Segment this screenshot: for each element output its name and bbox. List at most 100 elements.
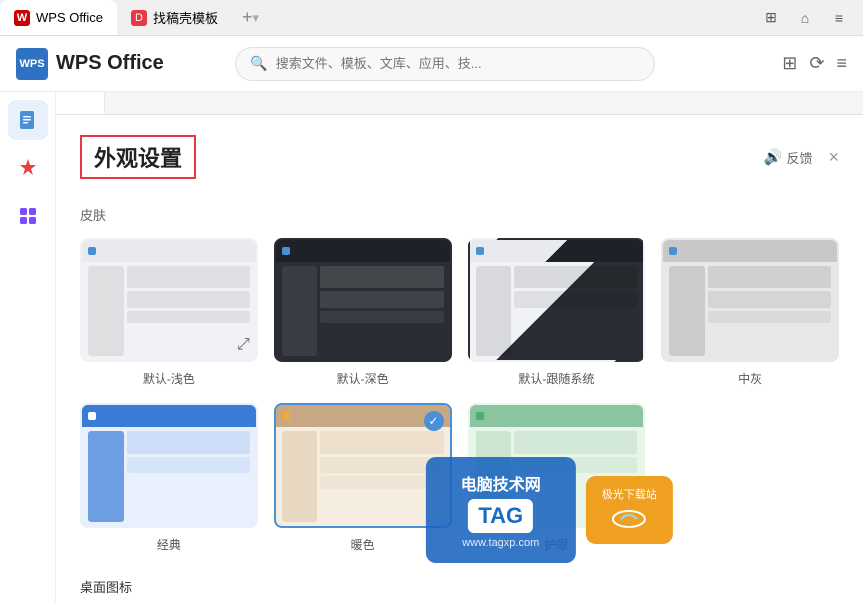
search-bar[interactable]: 🔍	[235, 47, 655, 81]
mini-dot	[669, 247, 677, 255]
mini-bar	[320, 291, 443, 307]
mini-bar	[127, 266, 250, 289]
skin-card-auto[interactable]: 默认-跟随系统	[468, 238, 646, 387]
mini-dot	[282, 412, 290, 420]
mini-sidebar	[282, 431, 318, 522]
watermark-badge: 电脑技术网 TAG www.tagxp.com	[426, 457, 576, 563]
aurora-text: 极光下载站	[602, 486, 657, 502]
new-tab-button[interactable]: + ▾	[232, 7, 269, 28]
close-button[interactable]: ×	[828, 147, 839, 168]
mini-main	[708, 266, 831, 357]
mini-dot	[476, 247, 484, 255]
app-icon	[17, 205, 39, 227]
title-bar-actions: ⊞ ⌂ ≡	[757, 7, 863, 29]
watermark-overlay: 电脑技术网 TAG www.tagxp.com 极光下载站	[426, 457, 673, 563]
mini-sidebar	[476, 266, 512, 357]
find-tab-label: 找稿壳模板	[153, 8, 218, 27]
skin-preview-auto	[468, 238, 646, 362]
mini-main	[320, 266, 443, 357]
settings-title: 外观设置	[80, 135, 196, 179]
title-bar: W WPS Office D 找稿壳模板 + ▾ ⊞ ⌂ ≡	[0, 0, 863, 36]
mini-bar	[320, 311, 443, 324]
mini-dot	[88, 412, 96, 420]
resize-icon: ⤢	[237, 336, 250, 354]
skin-label-auto: 默认-跟随系统	[518, 370, 594, 387]
mini-bar	[127, 291, 250, 307]
skin-card-light[interactable]: ⤢ 默认-浅色	[80, 238, 258, 387]
tag-label: TAG	[468, 499, 533, 533]
desktop-icon-section-title: 桌面图标	[80, 577, 839, 596]
mini-sidebar	[88, 266, 124, 357]
mini-bar	[514, 291, 637, 307]
skin-label-gray: 中灰	[738, 370, 762, 387]
chevron-down-icon: ▾	[252, 10, 259, 26]
mini-bar	[127, 431, 250, 454]
content-tabs	[56, 92, 863, 115]
skin-preview-gray	[661, 238, 839, 362]
skin-card-dark[interactable]: 默认-深色	[274, 238, 452, 387]
settings-header-right: 🔊 反馈 ×	[764, 147, 839, 168]
mini-dot	[282, 247, 290, 255]
sidebar-item-docs[interactable]	[8, 100, 48, 140]
grid-icon[interactable]: ⊞	[782, 53, 797, 74]
skin-label-light: 默认-浅色	[143, 370, 195, 387]
headset-icon[interactable]: ⌂	[791, 7, 819, 29]
mini-sidebar	[88, 431, 124, 522]
tab-find[interactable]: D 找稿壳模板	[117, 0, 232, 35]
mini-bar	[708, 311, 831, 324]
mini-main	[127, 431, 250, 522]
find-tab-icon: D	[131, 10, 147, 26]
mini-bar	[127, 457, 250, 473]
support-icon[interactable]: ⟳	[809, 53, 824, 74]
mini-main	[514, 266, 637, 357]
tab-wps[interactable]: W WPS Office	[0, 0, 117, 35]
layout-icon[interactable]: ⊞	[757, 7, 785, 29]
sidebar-item-brand[interactable]	[8, 148, 48, 188]
sidebar-item-app[interactable]	[8, 196, 48, 236]
mini-main	[127, 266, 250, 357]
sidebar	[0, 92, 56, 603]
feedback-icon: 🔊	[764, 148, 783, 166]
aurora-logo-icon	[611, 507, 647, 531]
brand-icon	[17, 157, 39, 179]
skin-preview-dark	[274, 238, 452, 362]
hamburger-icon[interactable]: ≡	[836, 53, 847, 74]
header-actions: ⊞ ⟳ ≡	[782, 53, 847, 74]
watermark-line2: www.tagxp.com	[462, 537, 539, 549]
mini-sidebar	[669, 266, 705, 357]
mini-bar	[708, 291, 831, 307]
settings-tab[interactable]	[56, 92, 105, 114]
app-title: WPS Office	[56, 52, 164, 75]
skin-card-gray[interactable]: 中灰	[661, 238, 839, 387]
skin-label-warm: 暖色	[351, 536, 375, 553]
mini-dot	[88, 247, 96, 255]
mini-bar	[127, 311, 250, 324]
mini-bar	[320, 266, 443, 289]
content-area: 外观设置 🔊 反馈 × 皮肤	[56, 92, 863, 603]
watermark-line1: 电脑技术网	[461, 471, 541, 495]
main-header: WPS WPS Office 🔍 ⊞ ⟳ ≡	[0, 36, 863, 92]
skin-preview-light: ⤢	[80, 238, 258, 362]
skin-preview-classic	[80, 403, 258, 527]
skin-section-label: 皮肤	[80, 205, 839, 224]
wps-tab-label: WPS Office	[36, 10, 103, 25]
skin-label-dark: 默认-深色	[337, 370, 389, 387]
skin-label-classic: 经典	[157, 536, 181, 553]
settings-header: 外观设置 🔊 反馈 ×	[56, 115, 863, 189]
document-icon	[17, 109, 39, 131]
app-body: 外观设置 🔊 反馈 × 皮肤	[0, 92, 863, 603]
logo-area: WPS WPS Office	[16, 48, 164, 80]
wps-tab-icon: W	[14, 10, 30, 26]
mini-bar	[514, 431, 637, 454]
mini-bar	[320, 431, 443, 454]
feedback-button[interactable]: 🔊 反馈	[764, 148, 813, 167]
menu-icon[interactable]: ≡	[825, 7, 853, 29]
wps-logo-icon: WPS	[16, 48, 48, 80]
mini-dot	[476, 412, 484, 420]
search-input[interactable]	[276, 56, 641, 71]
search-icon: 🔍	[250, 55, 267, 72]
selected-checkmark: ✓	[424, 411, 444, 431]
mini-bar	[708, 266, 831, 289]
mini-sidebar	[282, 266, 318, 357]
skin-card-classic[interactable]: 经典	[80, 403, 258, 552]
